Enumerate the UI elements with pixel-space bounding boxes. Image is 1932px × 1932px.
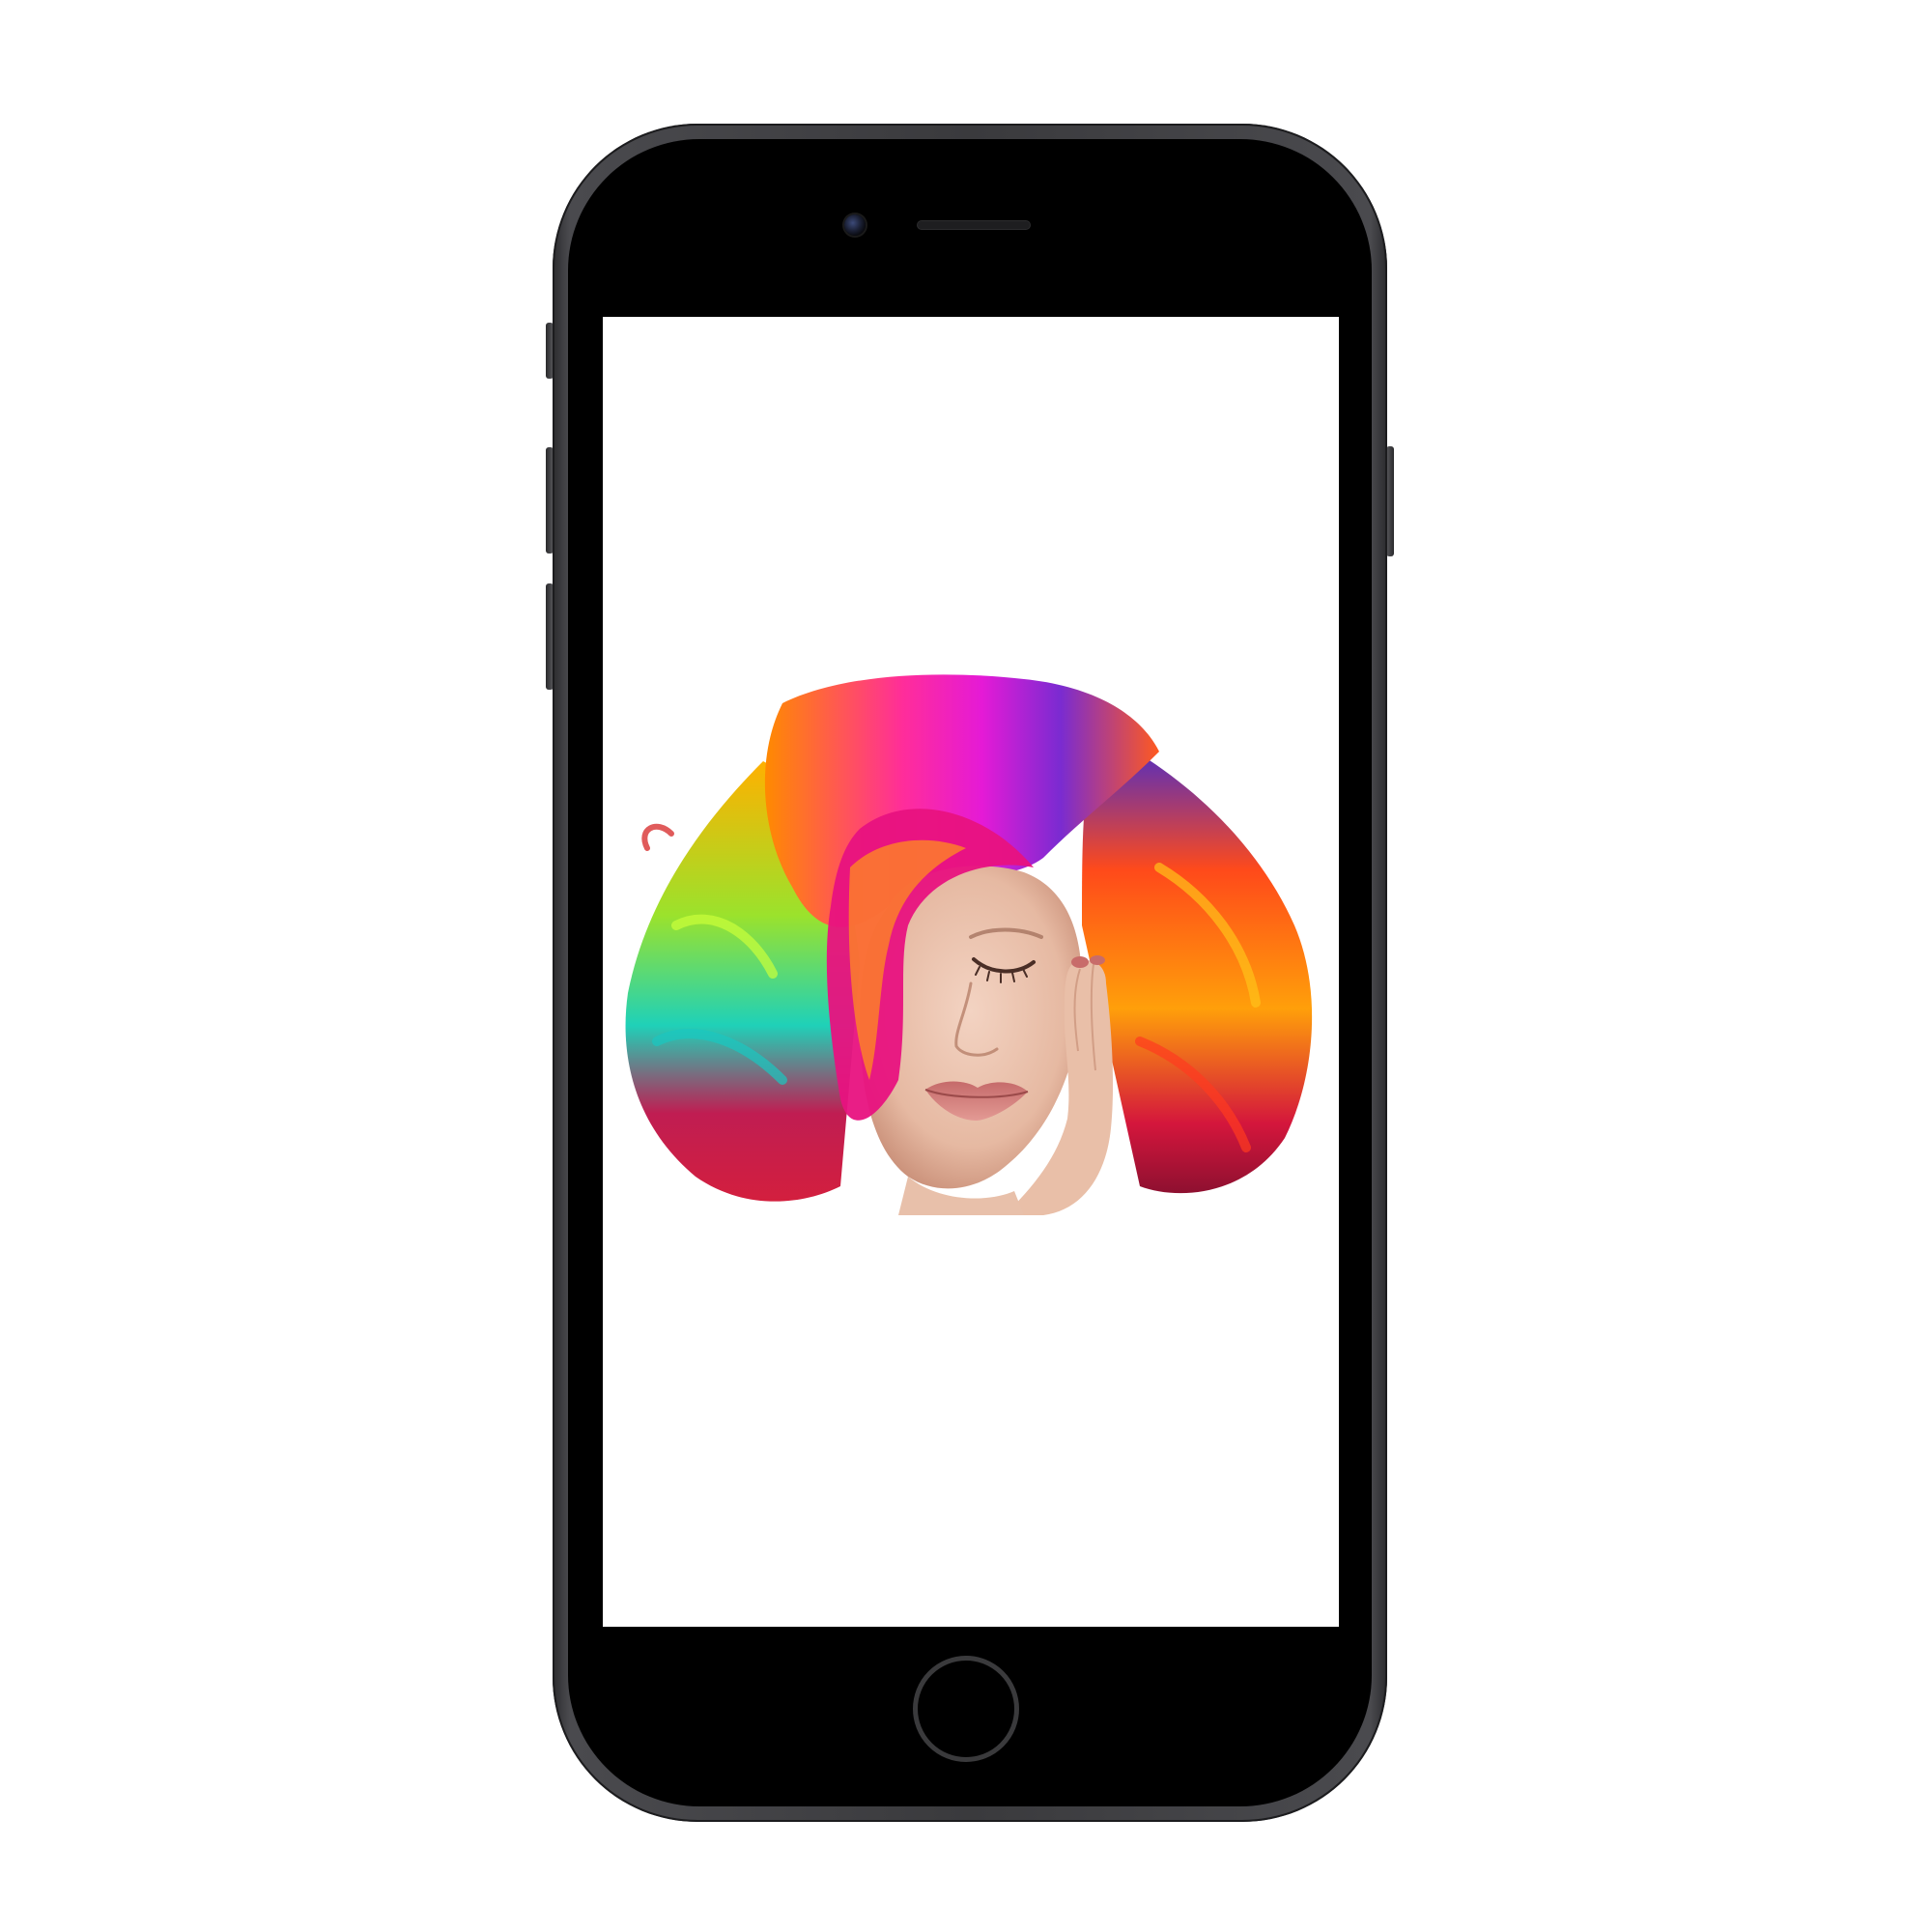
mockup-canvas [0,0,1932,1932]
power-button[interactable] [1386,446,1394,556]
front-camera-icon [844,214,866,236]
phone-screen[interactable] [603,317,1339,1627]
earpiece-speaker [918,221,1030,229]
portrait-rainbow-hair-illustration [625,674,1313,1215]
home-button[interactable] [913,1656,1019,1762]
hair-right [1082,732,1313,1194]
